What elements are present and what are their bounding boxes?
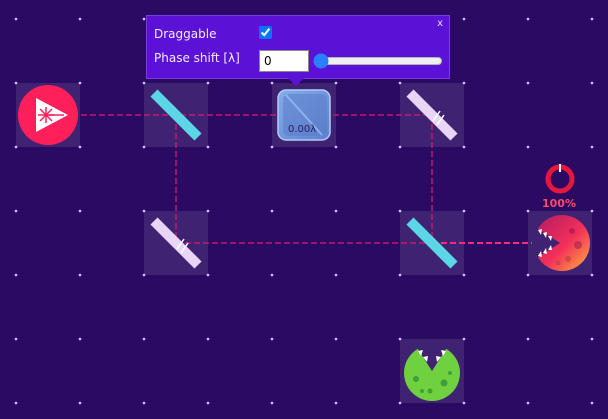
grid-dot <box>78 209 82 213</box>
beamsplitter-icon[interactable] <box>144 83 208 147</box>
grid-dot <box>14 209 18 213</box>
mirror-icon[interactable] <box>400 83 464 147</box>
grid-dot <box>590 401 594 405</box>
phase-plate-label: 0.00λ <box>288 124 317 135</box>
grid-dot <box>590 145 594 149</box>
grid-dot <box>142 17 146 21</box>
grid-dot <box>142 401 146 405</box>
grid-dot <box>590 337 594 341</box>
draggable-checkbox[interactable] <box>259 26 272 39</box>
detector-percent: 100% <box>542 197 576 210</box>
grid-dot <box>270 209 274 213</box>
phase-shift-slider[interactable] <box>313 53 443 69</box>
mirror-icon[interactable] <box>144 211 208 275</box>
grid-dot <box>14 273 18 277</box>
grid-dot <box>78 401 82 405</box>
beamsplitter-icon[interactable] <box>400 211 464 275</box>
grid-dot <box>526 401 530 405</box>
draggable-label: Draggable <box>154 27 217 41</box>
mine-pacman-icon[interactable] <box>400 339 464 403</box>
grid-dot <box>78 273 82 277</box>
grid-dot <box>206 337 210 341</box>
grid-dot <box>334 209 338 213</box>
close-button[interactable]: x <box>437 18 443 29</box>
grid-dot <box>334 273 338 277</box>
grid-dot <box>206 401 210 405</box>
grid-dot <box>270 337 274 341</box>
grid-dot <box>526 17 530 21</box>
grid-dot <box>14 17 18 21</box>
phase-plate-icon[interactable] <box>272 83 336 147</box>
grid-dot <box>590 17 594 21</box>
laser-source-icon[interactable] <box>16 83 80 147</box>
grid-dot <box>14 337 18 341</box>
phase-shift-popup: x Draggable Phase shift [λ] <box>146 15 450 79</box>
grid-dot <box>270 401 274 405</box>
detector-pacman-icon[interactable] <box>528 211 592 275</box>
grid-dot <box>590 81 594 85</box>
grid-dot <box>14 401 18 405</box>
grid-dot <box>334 401 338 405</box>
grid-dot <box>78 337 82 341</box>
phase-shift-label: Phase shift [λ] <box>154 51 240 65</box>
grid-dot <box>526 81 530 85</box>
grid-dot <box>78 17 82 21</box>
grid-dot <box>334 337 338 341</box>
grid-dot <box>142 337 146 341</box>
popup-pointer <box>288 78 304 86</box>
grid-dot <box>526 337 530 341</box>
grid-dot <box>270 273 274 277</box>
grid-dot <box>462 17 466 21</box>
ring-gauge-icon <box>545 164 575 194</box>
game-board: 0.00λ 100% x Draggable Phase shift [λ] 0 <box>0 0 608 419</box>
grid-dot <box>526 145 530 149</box>
phase-shift-input[interactable] <box>259 50 309 72</box>
